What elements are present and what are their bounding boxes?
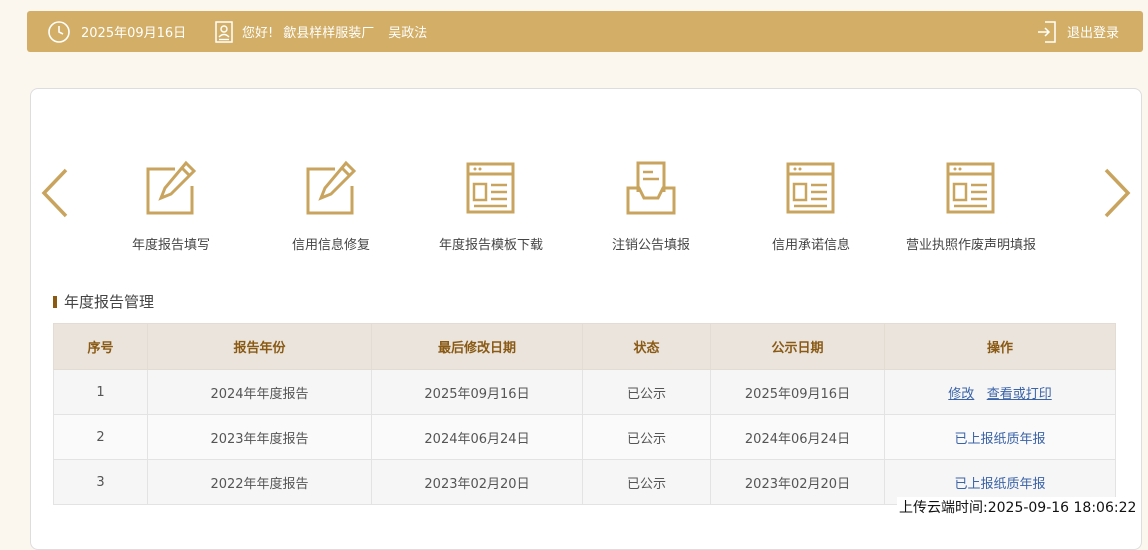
cell-year: 2023年年度报告 xyxy=(147,414,372,460)
cell-publish: 2023年02月20日 xyxy=(710,459,885,505)
tile-credit-repair[interactable]: 信用信息修复 xyxy=(256,160,406,253)
cell-publish: 2025年09月16日 xyxy=(710,369,885,415)
edit-icon xyxy=(145,160,197,216)
tile-label: 信用信息修复 xyxy=(291,238,370,253)
cell-year: 2024年年度报告 xyxy=(147,369,372,415)
column-header-action: 操作 xyxy=(884,323,1116,370)
upload-timestamp: 上传云端时间:2025-09-16 18:06:22 xyxy=(897,497,1141,517)
date-segment: 2025年09月16日 xyxy=(47,11,186,52)
tile-label: 信用承诺信息 xyxy=(771,238,850,253)
logout-button[interactable]: 退出登录 xyxy=(1037,11,1119,52)
chevron-left-icon xyxy=(41,168,68,218)
cell-year: 2022年年度报告 xyxy=(147,459,372,505)
cell-publish: 2024年06月24日 xyxy=(710,414,885,460)
annual-report-table: 序号 报告年份 最后修改日期 状态 公示日期 操作 1 2024年年度报告 20… xyxy=(53,323,1116,505)
table-row: 2 2023年年度报告 2024年06月24日 已公示 2024年06月24日 … xyxy=(53,414,1116,460)
cell-action: 已上报纸质年报 xyxy=(884,414,1116,460)
cell-no: 1 xyxy=(53,369,148,415)
table-row: 1 2024年年度报告 2025年09月16日 已公示 2025年09月16日 … xyxy=(53,369,1116,415)
column-header-status: 状态 xyxy=(582,323,711,370)
edit-icon xyxy=(305,160,357,216)
user-segment: 您好! 歙县样样服装厂 吴政法 xyxy=(214,11,427,52)
document-window-icon xyxy=(785,160,837,216)
tile-label: 年度报告模板下载 xyxy=(438,238,543,253)
inbox-document-icon xyxy=(625,160,677,216)
paper-report-link[interactable]: 已上报纸质年报 xyxy=(954,477,1045,492)
current-date: 2025年09月16日 xyxy=(81,26,187,41)
tile-credit-commitment[interactable]: 信用承诺信息 xyxy=(736,160,886,253)
cell-modified: 2024年06月24日 xyxy=(371,414,583,460)
section-title-marker xyxy=(53,295,57,308)
cell-action: 修改 查看或打印 xyxy=(884,369,1116,415)
tile-template-download[interactable]: 年度报告模板下载 xyxy=(416,160,566,253)
carousel-prev-button[interactable] xyxy=(40,168,70,218)
cell-no: 3 xyxy=(53,459,148,505)
company-name: 歙县样样服装厂 xyxy=(283,26,375,41)
tile-label: 营业执照作废声明填报 xyxy=(905,238,1036,253)
document-window-icon xyxy=(465,160,517,216)
logout-label: 退出登录 xyxy=(1066,26,1119,41)
edit-link[interactable]: 修改 xyxy=(948,387,974,402)
tile-cancellation-notice[interactable]: 注销公告填报 xyxy=(576,160,726,253)
cell-no: 2 xyxy=(53,414,148,460)
cell-modified: 2023年02月20日 xyxy=(371,459,583,505)
column-header-modified: 最后修改日期 xyxy=(371,323,583,370)
chevron-right-icon xyxy=(1104,168,1131,218)
column-header-year: 报告年份 xyxy=(147,323,372,370)
paper-report-link[interactable]: 已上报纸质年报 xyxy=(954,432,1045,447)
section-title-text: 年度报告管理 xyxy=(64,293,155,311)
section-title: 年度报告管理 xyxy=(53,291,154,312)
top-bar: 2025年09月16日 您好! 歙县样样服装厂 吴政法 退出登录 xyxy=(27,11,1143,52)
column-header-publish: 公示日期 xyxy=(710,323,885,370)
tile-label: 年度报告填写 xyxy=(131,238,210,253)
tile-license-void-statement[interactable]: 营业执照作废声明填报 xyxy=(896,160,1046,253)
user-card-icon xyxy=(214,20,234,43)
carousel-next-button[interactable] xyxy=(1102,168,1132,218)
tile-annual-report-fill[interactable]: 年度报告填写 xyxy=(96,160,246,253)
document-window-icon xyxy=(945,160,997,216)
tile-label: 注销公告填报 xyxy=(611,238,690,253)
user-name: 吴政法 xyxy=(388,26,428,41)
logout-icon xyxy=(1037,20,1057,43)
column-header-no: 序号 xyxy=(53,323,148,370)
table-header-row: 序号 报告年份 最后修改日期 状态 公示日期 操作 xyxy=(53,323,1116,370)
clock-icon xyxy=(47,20,71,44)
greeting-text: 您好! xyxy=(242,26,274,41)
cell-status: 已公示 xyxy=(582,369,711,415)
view-print-link[interactable]: 查看或打印 xyxy=(987,387,1052,402)
cell-status: 已公示 xyxy=(582,414,711,460)
cell-modified: 2025年09月16日 xyxy=(371,369,583,415)
cell-status: 已公示 xyxy=(582,459,711,505)
